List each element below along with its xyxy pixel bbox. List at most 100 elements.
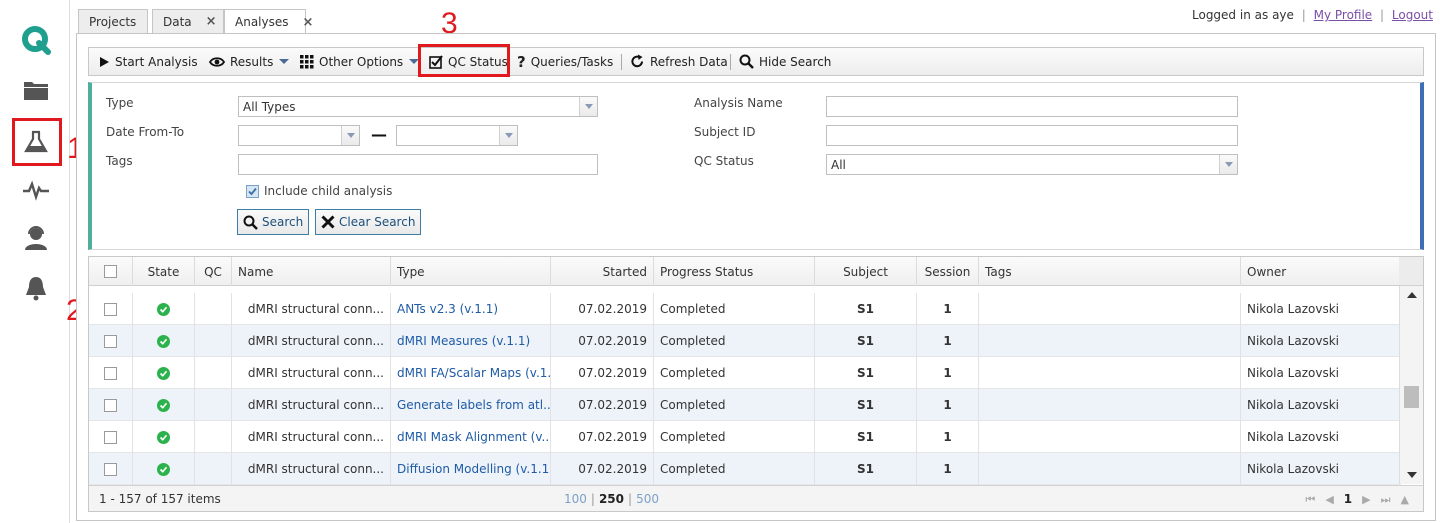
pager: 1 - 157 of 157 items 100 | 250 | 500 ⏮◀1 ▶⏭▲	[89, 485, 1423, 511]
page-size-option[interactable]: 500	[636, 492, 659, 506]
table-row[interactable]: dMRI structural conn... dMRI FA/Scalar Ma…	[89, 357, 1401, 389]
tab-projects[interactable]: Projects	[78, 9, 148, 33]
started-cell: 07.02.2019	[550, 453, 653, 485]
include-child-label: Include child analysis	[264, 184, 393, 198]
tab-label: Projects	[89, 14, 137, 29]
refresh-data-button[interactable]: Refresh Data	[630, 48, 728, 75]
qc-status-select-value: All	[831, 157, 846, 172]
row-checkbox[interactable]	[104, 334, 117, 348]
owner-cell: Nikola Lazovski	[1240, 357, 1401, 389]
chevron-down-icon[interactable]	[1219, 155, 1237, 174]
row-checkbox[interactable]	[104, 430, 117, 444]
row-checkbox[interactable]	[104, 398, 117, 412]
column-header-state[interactable]: State	[132, 257, 194, 286]
sidebar-item-support[interactable]	[12, 214, 60, 262]
sidebar-item-activity[interactable]	[12, 166, 60, 214]
check-circle-icon	[157, 366, 170, 380]
results-button[interactable]: Results	[209, 48, 290, 75]
type-link[interactable]: dMRI FA/Scalar Maps (v.1...	[390, 357, 550, 389]
row-checkbox[interactable]	[104, 462, 117, 476]
subject-id-input[interactable]	[826, 125, 1238, 146]
logout-link[interactable]: Logout	[1392, 8, 1433, 22]
chevron-down-icon[interactable]	[499, 126, 517, 145]
type-link[interactable]: dMRI Mask Alignment (v....	[390, 421, 550, 453]
tags-input[interactable]	[238, 154, 598, 175]
sidebar-item-notifications[interactable]	[12, 264, 60, 312]
my-profile-link[interactable]: My Profile	[1314, 8, 1373, 22]
type-label: Type	[106, 96, 134, 110]
type-select[interactable]: All Types	[238, 96, 598, 117]
state-cell	[132, 325, 194, 357]
analysis-name-input[interactable]	[826, 96, 1238, 117]
table-row[interactable]: dMRI structural conn... dMRI Measures (v.…	[89, 325, 1401, 357]
column-header-progress-status[interactable]: Progress Status	[653, 257, 814, 286]
column-header-started[interactable]: Started	[550, 257, 653, 286]
tab-data[interactable]: Data ×	[152, 9, 224, 33]
tags-cell	[978, 421, 1240, 453]
scroll-up-icon[interactable]	[1407, 292, 1417, 298]
column-header-session[interactable]: Session	[916, 257, 978, 286]
close-icon[interactable]: ×	[303, 15, 314, 30]
started-cell: 07.02.2019	[550, 421, 653, 453]
owner-cell: Nikola Lazovski	[1240, 389, 1401, 421]
session-cell: 1	[916, 453, 978, 485]
column-header-owner[interactable]: Owner	[1240, 257, 1401, 286]
state-cell	[132, 357, 194, 389]
search-panel: Type All Types Date From-To — Tags Inclu…	[88, 82, 1424, 250]
search-button[interactable]: Search	[237, 209, 310, 235]
qc-status-select[interactable]: All	[826, 154, 1238, 175]
include-child-checkbox[interactable]	[246, 185, 259, 198]
row-checkbox[interactable]	[104, 366, 117, 380]
last-page-icon[interactable]: ⏭	[1381, 493, 1401, 506]
column-header-type[interactable]: Type	[390, 257, 550, 286]
page-size-option[interactable]: 100	[564, 492, 587, 506]
row-checkbox[interactable]	[104, 302, 117, 316]
subject-id-label: Subject ID	[694, 125, 756, 139]
scroll-top-icon[interactable]: ▲	[1401, 493, 1419, 506]
q-logo-icon	[22, 26, 51, 55]
start-analysis-button[interactable]: Start Analysis	[99, 48, 198, 75]
scrollbar-thumb[interactable]	[1404, 386, 1419, 408]
play-icon	[99, 56, 110, 68]
vertical-scrollbar[interactable]	[1399, 286, 1423, 484]
sidebar-item-projects[interactable]	[12, 66, 60, 114]
column-header-qc[interactable]: QC	[194, 257, 231, 286]
column-header-subject[interactable]: Subject	[814, 257, 916, 286]
other-options-button[interactable]: Other Options	[300, 48, 420, 75]
type-link[interactable]: Diffusion Modelling (v.1.1)	[390, 453, 550, 485]
prev-page-icon[interactable]: ◀	[1325, 493, 1343, 506]
chevron-down-icon[interactable]	[579, 97, 597, 116]
type-link[interactable]: ANTs v2.3 (v.1.1)	[390, 293, 550, 325]
scroll-down-icon[interactable]	[1407, 472, 1417, 478]
column-header-name[interactable]: Name	[231, 257, 390, 286]
next-page-icon[interactable]: ▶	[1362, 493, 1380, 506]
first-page-icon[interactable]: ⏮	[1305, 493, 1325, 506]
column-header-tags[interactable]: Tags	[978, 257, 1240, 286]
type-link[interactable]: Generate labels from atl...	[390, 389, 550, 421]
tab-analyses[interactable]: Analyses ×	[224, 9, 313, 34]
name-cell: dMRI structural conn...	[231, 453, 390, 485]
page-size-option-selected[interactable]: 250	[599, 492, 624, 506]
owner-cell: Nikola Lazovski	[1240, 293, 1401, 325]
search-icon	[739, 54, 754, 69]
select-all-checkbox[interactable]	[104, 265, 117, 278]
date-from-input[interactable]	[238, 125, 360, 146]
state-cell	[132, 293, 194, 325]
queries-tasks-button[interactable]: ? Queries/Tasks	[517, 48, 613, 75]
table-row[interactable]: dMRI structural conn... Diffusion Modelli…	[89, 453, 1401, 485]
chevron-down-icon[interactable]	[341, 126, 359, 145]
row-select-cell	[89, 325, 132, 357]
date-to-input[interactable]	[396, 125, 518, 146]
table-row[interactable]: dMRI structural conn... ANTs v2.3 (v.1.1)…	[89, 293, 1401, 325]
table-row[interactable]: dMRI structural conn... Generate labels f…	[89, 389, 1401, 421]
progress-status-cell: Completed	[653, 421, 814, 453]
type-link[interactable]: dMRI Measures (v.1.1)	[390, 325, 550, 357]
scroll-header	[1399, 257, 1423, 286]
toolbar: Start Analysis Results Other Options QC …	[88, 47, 1424, 76]
close-icon[interactable]: ×	[206, 14, 217, 29]
clear-search-button[interactable]: Clear Search	[315, 209, 422, 235]
bell-icon	[26, 277, 46, 301]
table-row[interactable]: dMRI structural conn... dMRI Mask Alignme…	[89, 421, 1401, 453]
hide-search-button[interactable]: Hide Search	[739, 48, 831, 75]
app-logo[interactable]	[12, 16, 60, 64]
